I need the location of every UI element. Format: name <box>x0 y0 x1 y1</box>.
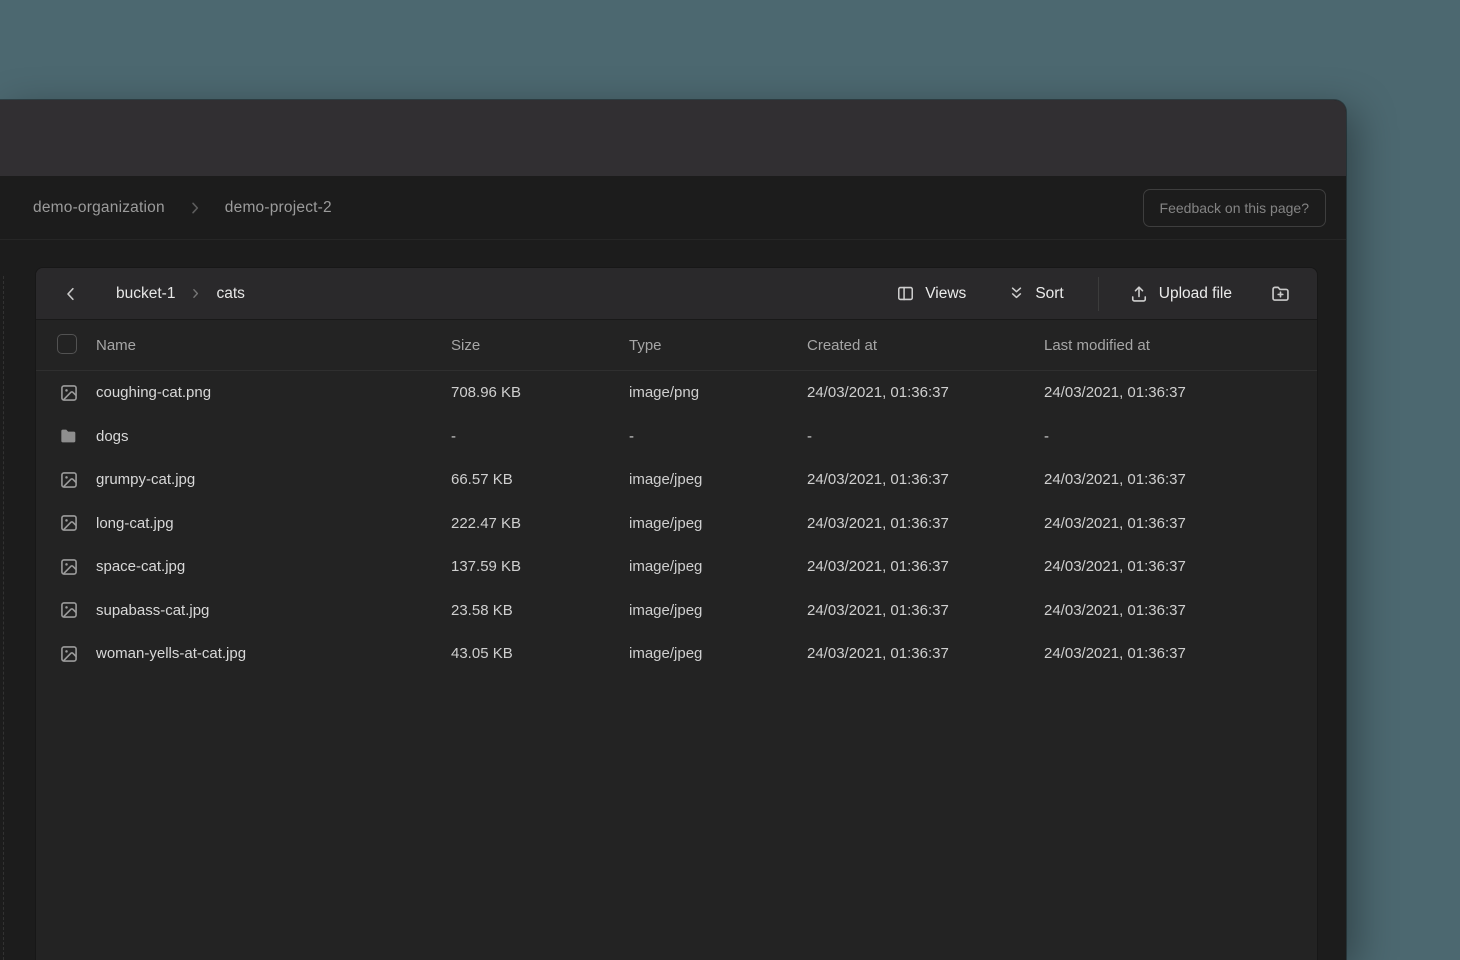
breadcrumb-organization[interactable]: demo-organization <box>33 199 165 217</box>
file-name: coughing-cat.png <box>96 384 451 401</box>
file-name: space-cat.jpg <box>96 558 451 575</box>
file-type: image/png <box>629 384 807 401</box>
file-size: 708.96 KB <box>451 384 629 401</box>
file-created-at: 24/03/2021, 01:36:37 <box>807 384 1044 401</box>
table-row[interactable]: long-cat.jpg 222.47 KB image/jpeg 24/03/… <box>36 502 1317 546</box>
column-header-name[interactable]: Name <box>96 337 451 354</box>
chevrons-down-icon <box>1008 285 1025 302</box>
file-type: image/jpeg <box>629 558 807 575</box>
column-header-type[interactable]: Type <box>629 337 807 354</box>
file-created-at: 24/03/2021, 01:36:37 <box>807 515 1044 532</box>
file-name: dogs <box>96 428 451 445</box>
table-header: Name Size Type Created at Last modified … <box>36 320 1317 371</box>
window-titlebar <box>0 100 1346 176</box>
file-size: - <box>451 428 629 445</box>
table-row[interactable]: space-cat.jpg 137.59 KB image/jpeg 24/03… <box>36 545 1317 589</box>
file-size: 43.05 KB <box>451 645 629 662</box>
file-name: long-cat.jpg <box>96 515 451 532</box>
image-file-icon <box>59 600 79 620</box>
chevron-left-icon <box>62 285 80 303</box>
file-type: image/jpeg <box>629 645 807 662</box>
table-row[interactable]: woman-yells-at-cat.jpg 43.05 KB image/jp… <box>36 632 1317 676</box>
chevron-right-icon <box>189 287 202 300</box>
file-type: image/jpeg <box>629 471 807 488</box>
upload-file-label: Upload file <box>1159 285 1232 303</box>
file-created-at: 24/03/2021, 01:36:37 <box>807 645 1044 662</box>
create-folder-button[interactable] <box>1266 279 1295 308</box>
file-modified-at: 24/03/2021, 01:36:37 <box>1044 515 1317 532</box>
folder-icon <box>59 426 79 446</box>
file-modified-at: 24/03/2021, 01:36:37 <box>1044 602 1317 619</box>
table-row[interactable]: supabass-cat.jpg 23.58 KB image/jpeg 24/… <box>36 589 1317 633</box>
app-window: demo-organization demo-project-2 Feedbac… <box>0 100 1346 960</box>
panel-columns-icon <box>896 284 915 303</box>
upload-icon <box>1129 284 1149 304</box>
table-row[interactable]: grumpy-cat.jpg 66.57 KB image/jpeg 24/03… <box>36 458 1317 502</box>
file-modified-at: - <box>1044 428 1317 445</box>
file-name: woman-yells-at-cat.jpg <box>96 645 451 662</box>
table-row[interactable]: coughing-cat.png 708.96 KB image/png 24/… <box>36 371 1317 415</box>
image-file-icon <box>59 557 79 577</box>
file-type: image/jpeg <box>629 602 807 619</box>
file-size: 222.47 KB <box>451 515 629 532</box>
top-navigation-bar: demo-organization demo-project-2 Feedbac… <box>0 176 1346 240</box>
breadcrumb-folder[interactable]: cats <box>216 285 244 303</box>
sort-label: Sort <box>1035 285 1063 303</box>
file-size: 66.57 KB <box>451 471 629 488</box>
column-header-modified[interactable]: Last modified at <box>1044 337 1317 354</box>
file-created-at: 24/03/2021, 01:36:37 <box>807 471 1044 488</box>
file-modified-at: 24/03/2021, 01:36:37 <box>1044 471 1317 488</box>
file-name: grumpy-cat.jpg <box>96 471 451 488</box>
image-file-icon <box>59 383 79 403</box>
explorer-toolbar: bucket-1 cats Views Sort <box>36 268 1317 320</box>
breadcrumb-project[interactable]: demo-project-2 <box>225 199 332 217</box>
breadcrumb-bucket[interactable]: bucket-1 <box>116 285 175 303</box>
toolbar-actions: Views Sort Upload file <box>888 277 1295 311</box>
views-button[interactable]: Views <box>888 278 974 309</box>
file-created-at: - <box>807 428 1044 445</box>
back-button[interactable] <box>58 281 84 307</box>
sidebar-edge-divider <box>3 276 4 960</box>
image-file-icon <box>59 644 79 664</box>
chevron-right-icon <box>187 200 203 216</box>
file-modified-at: 24/03/2021, 01:36:37 <box>1044 558 1317 575</box>
feedback-button[interactable]: Feedback on this page? <box>1143 189 1326 227</box>
table-body: coughing-cat.png 708.96 KB image/png 24/… <box>36 371 1317 676</box>
image-file-icon <box>59 513 79 533</box>
file-created-at: 24/03/2021, 01:36:37 <box>807 558 1044 575</box>
file-type: - <box>629 428 807 445</box>
column-header-size[interactable]: Size <box>451 337 629 354</box>
file-modified-at: 24/03/2021, 01:36:37 <box>1044 645 1317 662</box>
file-type: image/jpeg <box>629 515 807 532</box>
column-header-created[interactable]: Created at <box>807 337 1044 354</box>
file-name: supabass-cat.jpg <box>96 602 451 619</box>
upload-file-button[interactable]: Upload file <box>1121 278 1240 310</box>
file-modified-at: 24/03/2021, 01:36:37 <box>1044 384 1317 401</box>
path-breadcrumb: bucket-1 cats <box>116 285 245 303</box>
views-label: Views <box>925 285 966 303</box>
file-size: 137.59 KB <box>451 558 629 575</box>
file-created-at: 24/03/2021, 01:36:37 <box>807 602 1044 619</box>
table-row[interactable]: dogs - - - - <box>36 415 1317 459</box>
select-all-checkbox[interactable] <box>57 334 77 354</box>
file-size: 23.58 KB <box>451 602 629 619</box>
image-file-icon <box>59 470 79 490</box>
storage-explorer-panel: bucket-1 cats Views Sort <box>35 267 1318 960</box>
sort-button[interactable]: Sort <box>1000 279 1071 309</box>
toolbar-divider <box>1098 277 1099 311</box>
folder-plus-icon <box>1270 283 1291 304</box>
